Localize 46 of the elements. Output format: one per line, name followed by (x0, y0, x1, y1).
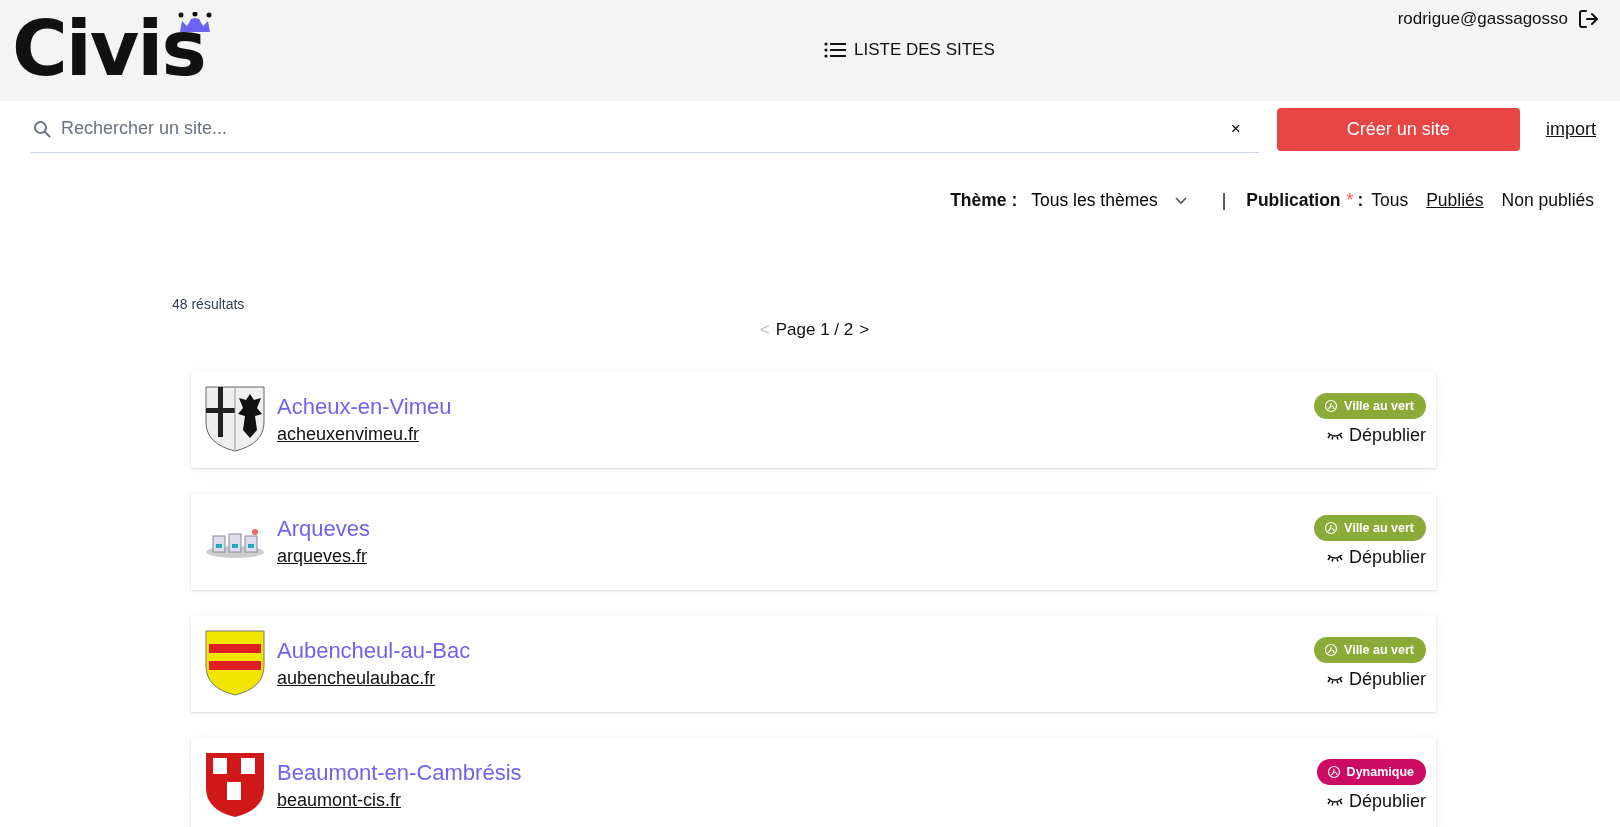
site-url[interactable]: arqueves.fr (277, 545, 370, 567)
theme-tag: Ville au vert (1314, 514, 1426, 541)
page-indicator: Page 1 / 2 (775, 320, 854, 340)
site-name[interactable]: Arqueves (277, 515, 370, 542)
colon: : (1357, 190, 1364, 211)
publication-option[interactable]: Publiés (1426, 190, 1484, 211)
theme-tag: Ville au vert (1314, 392, 1426, 419)
site-url[interactable]: acheuxenvimeu.fr (277, 423, 452, 445)
closed-eye-icon (1326, 796, 1343, 806)
search-icon (33, 119, 51, 138)
import-link[interactable]: import (1546, 118, 1596, 140)
theme-dropdown[interactable]: Tous les thèmes (1025, 189, 1194, 212)
publication-option[interactable]: Non publiés (1501, 190, 1594, 211)
theme-label: Thème : (950, 190, 1018, 211)
site-url[interactable]: aubencheulaubac.fr (277, 667, 471, 689)
user-email: rodrigue@gassagosso (1397, 9, 1568, 29)
separator: | (1221, 190, 1227, 211)
results-count: 48 résultats (172, 296, 246, 312)
chevron-down-icon (1173, 195, 1188, 206)
closed-eye-icon (1326, 552, 1343, 562)
logo[interactable]: Civis (12, 6, 205, 92)
theme-tag: Ville au vert (1314, 636, 1426, 663)
unpublish-button[interactable]: Dépublier (1326, 546, 1426, 568)
unpublish-button[interactable]: Dépublier (1326, 424, 1426, 446)
list-icon (824, 41, 846, 59)
sites-list-link[interactable]: LISTE DES SITES (824, 40, 995, 60)
next-page-button[interactable]: > (859, 320, 870, 340)
closed-eye-icon (1326, 430, 1343, 440)
unpublish-button[interactable]: Dépublier (1326, 668, 1426, 690)
logout-icon[interactable] (1578, 9, 1598, 29)
coat-of-arms-icon (205, 752, 265, 818)
publication-option[interactable]: Tous (1371, 190, 1409, 211)
unpublish-button[interactable]: Dépublier (1326, 790, 1426, 812)
clear-button[interactable]: × (1224, 117, 1247, 140)
site-name[interactable]: Aubencheul-au-Bac (277, 637, 471, 664)
publication-label: Publication (1246, 190, 1341, 211)
site-name[interactable]: Beaumont-en-Cambrésis (277, 759, 522, 786)
closed-eye-icon (1326, 674, 1343, 684)
theme-tag: Dynamique (1316, 758, 1426, 785)
coat-of-arms-icon (205, 630, 265, 696)
search-field[interactable]: Rechercher un site... × (31, 105, 1259, 153)
site-name[interactable]: Acheux-en-Vimeu (277, 393, 452, 420)
site-url[interactable]: beaumont-cis.fr (277, 789, 522, 811)
create-site-button[interactable]: Créer un site (1276, 107, 1520, 151)
required-mark: * (1346, 190, 1354, 211)
coat-of-arms-icon (205, 386, 265, 452)
